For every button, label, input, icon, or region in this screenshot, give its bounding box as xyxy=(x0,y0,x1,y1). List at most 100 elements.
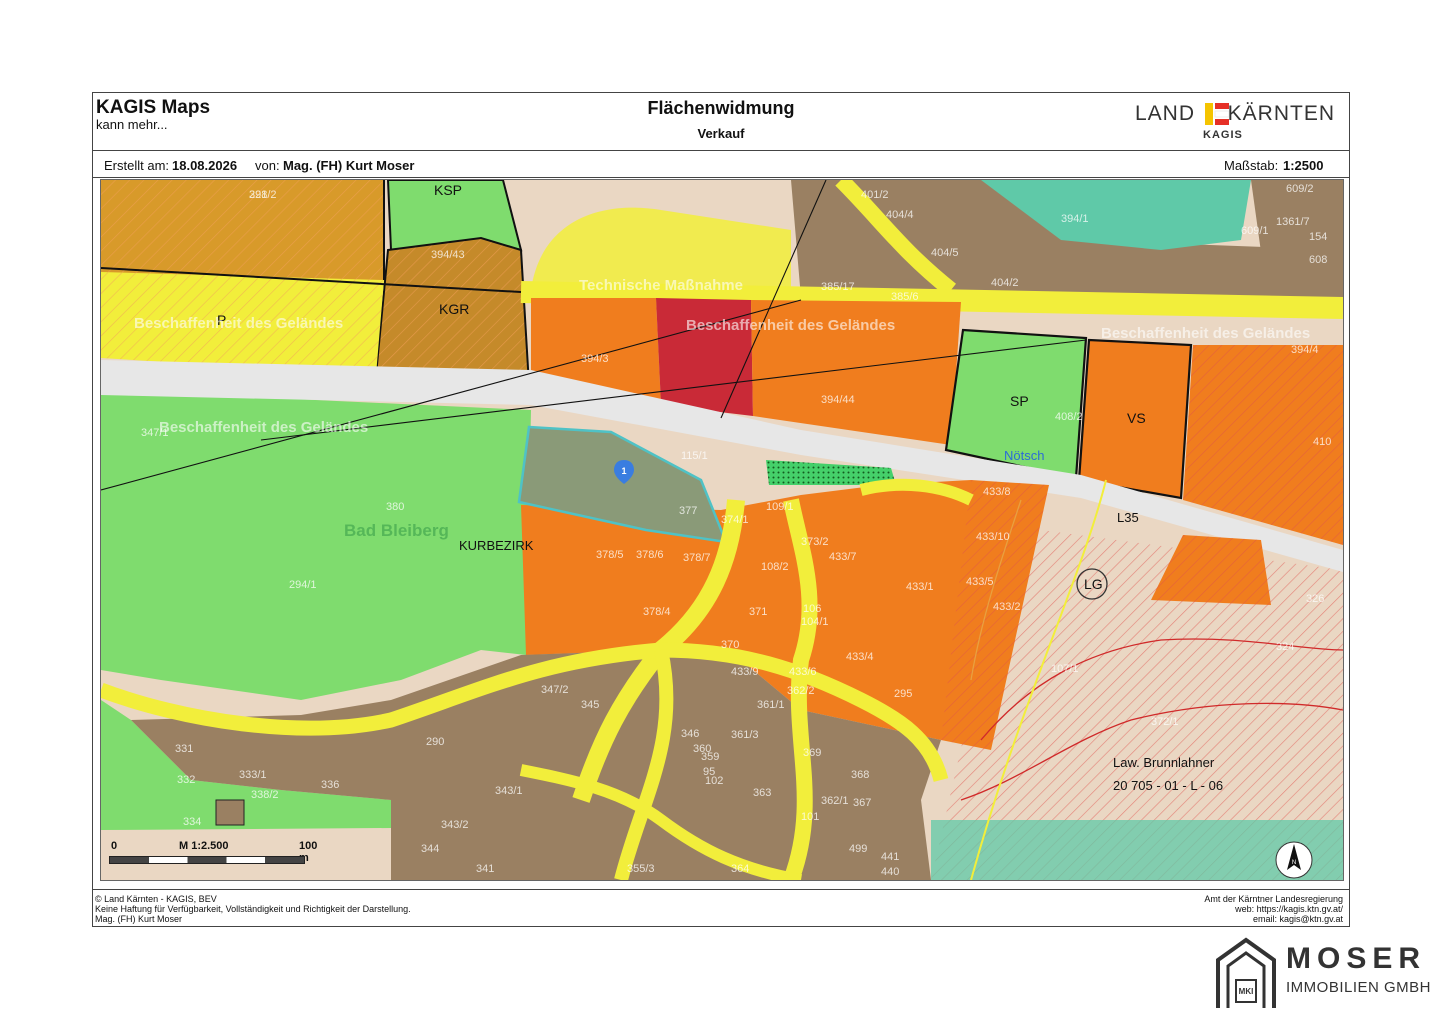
footer-disclaimer: Keine Haftung für Verfügbarkeit, Vollstä… xyxy=(95,904,411,914)
parcel-number: 363 xyxy=(753,787,771,799)
parcel-number: 394/43 xyxy=(431,249,465,261)
parcel-number: 331 xyxy=(175,743,193,755)
footer-office: Amt der Kärntner Landesregierung xyxy=(1204,894,1343,904)
footer-left: © Land Kärnten - KAGIS, BEV Keine Haftun… xyxy=(95,894,411,924)
place-bad-bleiberg: Bad Bleiberg xyxy=(344,521,449,540)
parcel-number: 328 xyxy=(249,189,267,201)
parcel-number: 336 xyxy=(321,779,339,791)
parcel-number: 108/2 xyxy=(761,561,789,573)
parcel-number: 433/2 xyxy=(993,601,1021,613)
zoning-map[interactable]: 1 KSP P KGR SP VS LG KURBEZIRK L35 Law. … xyxy=(100,179,1344,881)
parcel-number: 433/8 xyxy=(983,486,1011,498)
parcel-number: 290 xyxy=(426,736,444,748)
footer-author: Mag. (FH) Kurt Moser xyxy=(95,914,183,924)
parcel-number: 385/6 xyxy=(891,291,919,303)
parcel-number: 346 xyxy=(681,728,699,740)
parcel-number: 433/4 xyxy=(846,651,874,663)
footer-right: Amt der Kärntner Landesregierung web: ht… xyxy=(1204,894,1343,924)
house-logo-icon: MKI xyxy=(1216,937,1276,1008)
parcel-number: 361/1 xyxy=(757,699,785,711)
parcel-number: 373/2 xyxy=(801,536,829,548)
parcel-number: 347/1 xyxy=(141,427,169,439)
created-date: 18.08.2026 xyxy=(172,158,238,173)
parcel-number: 343/1 xyxy=(495,785,523,797)
parcel-number: 347/2 xyxy=(541,684,569,696)
footer-email[interactable]: email: kagis@ktn.gv.at xyxy=(1204,914,1343,924)
zone-label-kgr: KGR xyxy=(439,301,469,317)
moser-logo: MKI MOSER IMMOBILIEN GMBH xyxy=(1212,934,1434,1012)
parcel-number: 404/4 xyxy=(886,209,914,221)
parcel-number: 378/6 xyxy=(636,549,664,561)
parcel-number: 433/7 xyxy=(829,551,857,563)
parcel-number: 441 xyxy=(881,851,899,863)
law-name: Law. Brunnlahner xyxy=(1113,755,1215,770)
scalebar-zero: 0 xyxy=(111,840,118,852)
zoning-map-canvas[interactable]: 1 KSP P KGR SP VS LG KURBEZIRK L35 Law. … xyxy=(101,180,1343,880)
sheet-footer: © Land Kärnten - KAGIS, BEV Keine Haftun… xyxy=(93,889,1349,927)
parcel-number: 378/4 xyxy=(643,606,671,618)
scalebar-graphic xyxy=(109,856,305,864)
parcel-number: 1361/7 xyxy=(1276,216,1310,228)
parcel-number: 344 xyxy=(421,843,439,855)
zone-label-lg: LG xyxy=(1084,576,1103,592)
zone-label-vs: VS xyxy=(1127,410,1146,426)
parcel-number: 338/2 xyxy=(251,789,279,801)
map-sheet: KAGIS Maps kann mehr... Flächenwidmung V… xyxy=(92,92,1350,927)
parcel-number: 371 xyxy=(749,606,767,618)
parcel-number: 372/1 xyxy=(1151,716,1179,728)
label-terrain-4: Beschaffenheit des Geländes xyxy=(159,419,368,436)
logo-kaernten: KÄRNTEN xyxy=(1227,102,1335,125)
label-terrain-1: Beschaffenheit des Geländes xyxy=(134,315,343,332)
logo-monogram: MKI xyxy=(1239,987,1254,996)
parcel-number: 95 xyxy=(703,766,715,778)
label-terrain-2: Beschaffenheit des Geländes xyxy=(686,317,895,334)
parcel-number: 106 xyxy=(803,603,821,615)
parcel-number: 394/4 xyxy=(1291,344,1319,356)
parcel-number: 433/5 xyxy=(966,576,994,588)
scale-label: Maßstab: xyxy=(1224,158,1279,173)
parcel-number: 355/3 xyxy=(627,863,655,875)
parcel-number: 324 xyxy=(1276,641,1294,653)
label-technische-massnahme: Technische Maßnahme xyxy=(579,277,743,294)
parcel-number: 361/3 xyxy=(731,729,759,741)
parcel-number: 341 xyxy=(476,863,494,875)
parcel-number: 394/44 xyxy=(821,394,855,406)
parcel-number: 367 xyxy=(853,797,871,809)
zone-label-kurbezirk: KURBEZIRK xyxy=(459,538,534,553)
parcel-number: 378/7 xyxy=(683,552,711,564)
company-name: MOSER xyxy=(1286,942,1427,975)
parcel-number: 394/1 xyxy=(1061,213,1089,225)
parcel-number: 499 xyxy=(849,843,867,855)
created-label: Erstellt am: xyxy=(104,158,170,173)
parcel-number: 433/10 xyxy=(976,531,1010,543)
parcel-number: 368 xyxy=(851,769,869,781)
parcel-number: 101 xyxy=(801,811,819,823)
parcel-number: 608 xyxy=(1309,254,1327,266)
label-terrain-3: Beschaffenheit des Geländes xyxy=(1101,325,1310,342)
parcel-number: 369 xyxy=(803,747,821,759)
parcel-number: 609/1 xyxy=(1241,225,1269,237)
logo-kagis: KAGIS xyxy=(1203,129,1243,141)
parcel-number: 154 xyxy=(1309,231,1327,243)
north-arrow-icon: N xyxy=(1275,841,1313,879)
sheet-header: KAGIS Maps kann mehr... Flächenwidmung V… xyxy=(93,93,1349,151)
footer-copyright: © Land Kärnten - KAGIS, BEV xyxy=(95,894,217,904)
parcel-number: 385/17 xyxy=(821,281,855,293)
parcel-number: 326 xyxy=(1306,593,1324,605)
parcel-number: 364 xyxy=(731,863,749,875)
parcel-number: 408/2 xyxy=(1055,411,1083,423)
zone-label-sp: SP xyxy=(1010,393,1029,409)
parcel-number: 410 xyxy=(1313,436,1331,448)
parcel-number: 343/2 xyxy=(441,819,469,831)
parcel-number: 377 xyxy=(679,505,697,517)
parcel-number: 332 xyxy=(177,774,195,786)
kaernten-emblem-icon xyxy=(1205,103,1229,125)
parcel-number: 362/2 xyxy=(787,685,815,697)
parcel-number: 433/9 xyxy=(731,666,759,678)
footer-web[interactable]: web: https://kagis.ktn.gv.at/ xyxy=(1204,904,1343,914)
parcel-number: 333/1 xyxy=(239,769,267,781)
scalebar-scale: M 1:2.500 xyxy=(179,840,229,852)
parcel-number: 380 xyxy=(386,501,404,513)
land-kaernten-logo: LAND KÄRNTEN KAGIS xyxy=(1135,100,1335,144)
parcel-number: 345 xyxy=(581,699,599,711)
